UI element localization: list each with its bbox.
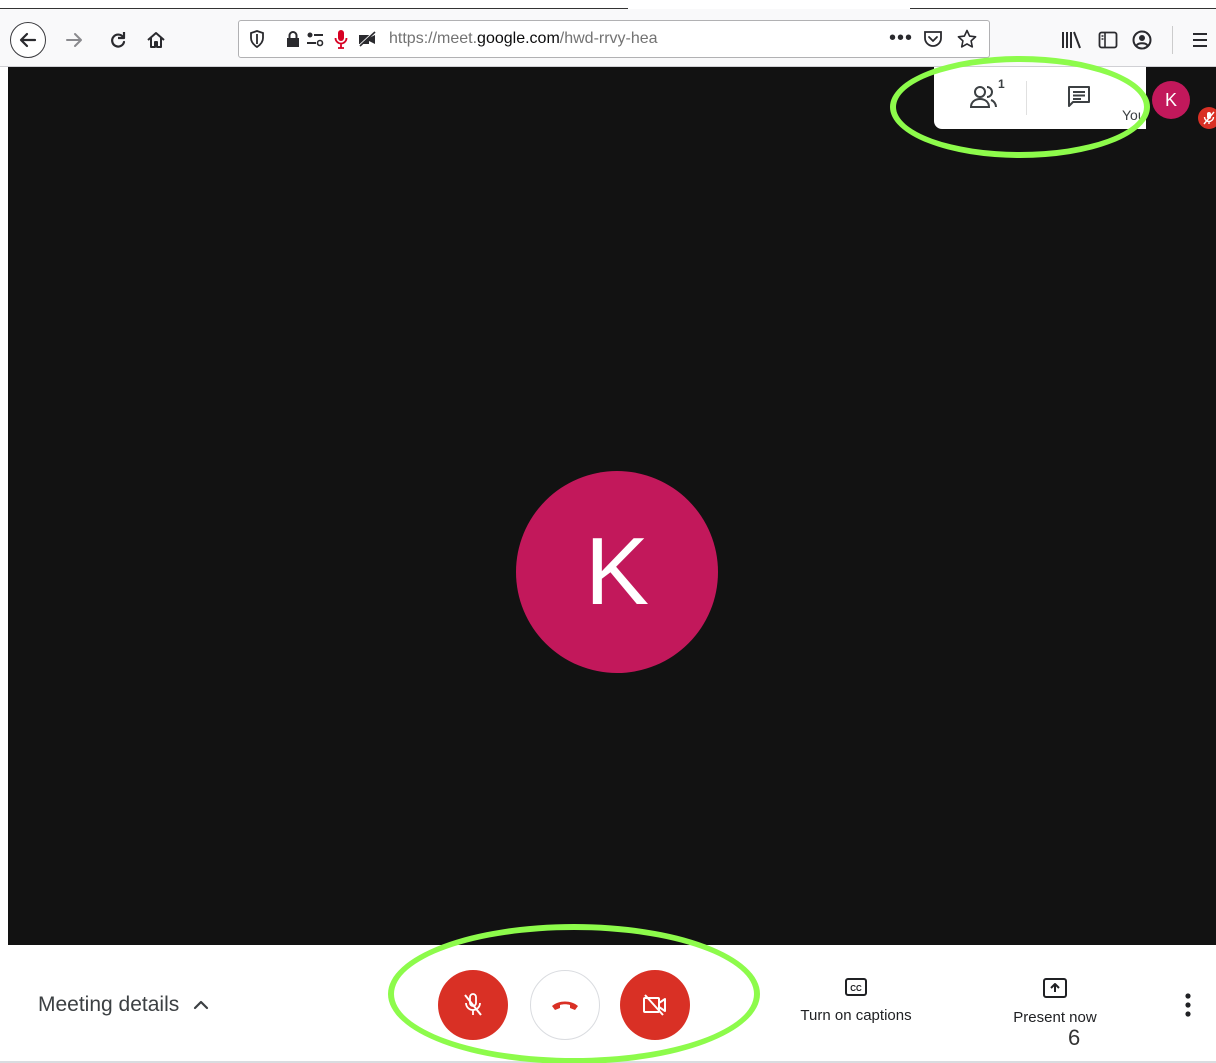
leave-call-button[interactable] <box>530 970 600 1040</box>
panel-separator <box>1026 81 1027 115</box>
hang-up-icon <box>552 1001 578 1010</box>
meeting-details-button[interactable]: Meeting details <box>38 993 209 1017</box>
mic-off-icon <box>1203 111 1215 125</box>
chevron-up-icon <box>194 1000 209 1010</box>
reload-button[interactable] <box>102 24 134 56</box>
bookmark-star-icon[interactable] <box>957 29 977 49</box>
library-icon <box>1062 31 1081 49</box>
pocket-icon[interactable] <box>923 29 943 49</box>
present-screen-icon <box>1043 978 1067 998</box>
window-top-strip <box>0 0 1216 9</box>
screenshot-root: https://meet.google.com/hwd-rrvy-hea •••… <box>0 0 1216 1063</box>
self-muted-badge <box>1198 107 1216 129</box>
url-domain: google.com <box>477 30 560 47</box>
arrow-left-icon <box>19 32 37 48</box>
svg-text:CC: CC <box>850 984 862 993</box>
more-options-button[interactable] <box>1174 989 1202 1021</box>
sidebar-button[interactable] <box>1094 26 1122 54</box>
library-button[interactable] <box>1058 26 1086 54</box>
toolbar-divider <box>1172 26 1173 54</box>
participant-avatar: K <box>516 471 718 673</box>
url-text[interactable]: https://meet.google.com/hwd-rrvy-hea <box>389 30 658 48</box>
self-avatar[interactable]: K <box>1152 81 1190 119</box>
closed-captions-icon: CC <box>845 978 867 996</box>
url-path: /hwd-rrvy-hea <box>559 30 658 47</box>
captions-button[interactable]: CC Turn on captions <box>788 977 924 1024</box>
meeting-control-bar: Meeting details CC Turn on captions Pres… <box>0 945 1216 1063</box>
sidebar-icon <box>1098 31 1118 49</box>
home-button[interactable] <box>140 24 172 56</box>
url-prefix: https://meet. <box>389 30 478 47</box>
you-label: You <box>1122 107 1146 123</box>
account-button[interactable] <box>1128 26 1156 54</box>
page-number: 6 <box>1068 1025 1081 1050</box>
participant-count: 1 <box>998 77 1005 91</box>
page-actions-button[interactable]: ••• <box>889 27 913 50</box>
more-vert-icon <box>1185 993 1191 1017</box>
shield-icon[interactable] <box>247 29 267 49</box>
meeting-details-label: Meeting details <box>38 993 180 1016</box>
top-right-panel: 1 You <box>934 67 1146 129</box>
microphone-toggle-button[interactable] <box>438 970 508 1040</box>
microphone-red-icon[interactable] <box>331 29 351 49</box>
permissions-icon[interactable] <box>305 29 325 49</box>
back-button[interactable] <box>10 22 46 58</box>
chat-button[interactable] <box>1044 75 1114 119</box>
account-icon <box>1132 30 1152 50</box>
mic-off-icon <box>464 993 482 1016</box>
hamburger-icon <box>1193 33 1207 47</box>
camera-toggle-button[interactable] <box>620 970 690 1040</box>
chat-icon <box>1068 86 1090 107</box>
camera-off-icon <box>643 994 666 1016</box>
arrow-right-icon <box>66 33 82 47</box>
forward-button[interactable] <box>58 24 90 56</box>
captions-label: Turn on captions <box>800 1007 912 1024</box>
present-now-label: Present now <box>1013 1009 1097 1026</box>
menu-button[interactable] <box>1186 26 1214 54</box>
lock-icon[interactable] <box>283 29 303 49</box>
camera-blocked-icon[interactable] <box>357 29 377 49</box>
people-button[interactable]: 1 <box>952 75 1022 119</box>
reload-icon <box>111 32 126 48</box>
url-bar[interactable]: https://meet.google.com/hwd-rrvy-hea ••• <box>238 20 990 58</box>
present-now-button[interactable]: Present now <box>998 977 1112 1026</box>
browser-toolbar: https://meet.google.com/hwd-rrvy-hea ••• <box>0 9 1216 67</box>
home-icon <box>147 32 165 48</box>
meeting-stage: K 1 You K <box>8 67 1216 945</box>
